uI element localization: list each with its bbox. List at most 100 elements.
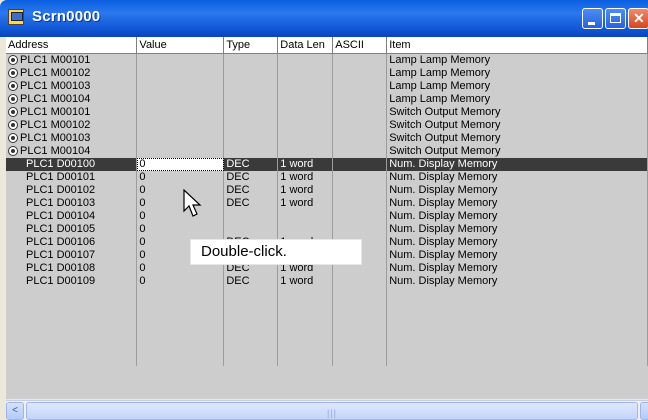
cell-type[interactable] — [223, 67, 279, 80]
cell-item[interactable]: Switch Output Memory — [386, 145, 648, 158]
close-button[interactable] — [628, 8, 648, 29]
cell-data-len[interactable] — [277, 53, 334, 67]
title-bar[interactable]: Scrn0000 — [0, 0, 648, 37]
column-header-address[interactable]: Address — [6, 37, 138, 54]
table-row[interactable]: PLC1 D00104 0 Num. Display Memory — [6, 210, 648, 223]
table-row[interactable]: PLC1 M00103 Lamp Lamp Memory — [6, 80, 648, 93]
table-row[interactable]: PLC1 M00103 Switch Output Memory — [6, 132, 648, 145]
cell-ascii[interactable] — [332, 171, 388, 184]
cell-address[interactable]: PLC1 M00103 — [6, 132, 138, 145]
cell-ascii[interactable] — [332, 106, 388, 119]
table-row[interactable]: PLC1 D00109 0 DEC 1 word Num. Display Memory — [6, 275, 648, 288]
table-row[interactable]: PLC1 M00104 Switch Output Memory — [6, 145, 648, 158]
cell-ascii[interactable] — [332, 275, 388, 288]
cell-item[interactable]: Num. Display Memory — [386, 262, 648, 275]
column-header-ascii[interactable]: ASCII — [332, 37, 388, 54]
column-header-data-len[interactable]: Data Len — [277, 37, 334, 54]
cell-item[interactable]: Num. Display Memory — [386, 171, 648, 184]
cell-ascii[interactable] — [332, 80, 388, 93]
cell-data-len[interactable] — [277, 119, 334, 132]
cell-item[interactable]: Num. Display Memory — [386, 210, 648, 223]
cell-ascii[interactable] — [332, 119, 388, 132]
cell-address[interactable]: PLC1 D00104 — [6, 210, 138, 223]
cell-item[interactable]: Num. Display Memory — [386, 158, 648, 171]
cell-data-len[interactable] — [277, 93, 334, 106]
cell-value[interactable]: 0 — [136, 223, 225, 236]
cell-item[interactable]: Num. Display Memory — [386, 236, 648, 249]
cell-value[interactable]: 0 — [136, 197, 225, 210]
minimize-button[interactable] — [582, 8, 603, 29]
cell-address[interactable]: PLC1 D00100 — [6, 158, 138, 171]
cell-type[interactable]: DEC — [223, 184, 279, 197]
column-header-item[interactable]: Item — [386, 37, 648, 54]
cell-ascii[interactable] — [332, 210, 388, 223]
cell-data-len[interactable] — [277, 80, 334, 93]
cell-type[interactable] — [223, 223, 279, 236]
cell-type[interactable] — [223, 53, 279, 67]
table-row[interactable]: PLC1 M00104 Lamp Lamp Memory — [6, 93, 648, 106]
cell-ascii[interactable] — [332, 53, 388, 67]
cell-value[interactable]: 0 — [136, 158, 225, 171]
cell-ascii[interactable] — [332, 145, 388, 158]
cell-value[interactable]: 0 — [136, 171, 225, 184]
table-row[interactable]: PLC1 D00101 0 DEC 1 word Num. Display Memory — [6, 171, 648, 184]
cell-value[interactable] — [136, 145, 225, 158]
cell-type[interactable] — [223, 145, 279, 158]
cell-data-len[interactable] — [277, 145, 334, 158]
cell-item[interactable]: Num. Display Memory — [386, 197, 648, 210]
cell-data-len[interactable] — [277, 223, 334, 236]
scroll-right-button[interactable] — [640, 402, 648, 420]
cell-value[interactable] — [136, 80, 225, 93]
cell-item[interactable]: Lamp Lamp Memory — [386, 53, 648, 67]
cell-value[interactable]: 0 — [136, 275, 225, 288]
scrollbar-thumb[interactable]: ||| — [26, 402, 638, 420]
table-row[interactable]: PLC1 M00101 Lamp Lamp Memory — [6, 53, 648, 67]
cell-ascii[interactable] — [332, 93, 388, 106]
cell-address[interactable]: PLC1 M00104 — [6, 145, 138, 158]
cell-value[interactable] — [136, 67, 225, 80]
cell-item[interactable]: Switch Output Memory — [386, 106, 648, 119]
cell-data-len[interactable]: 1 word — [277, 171, 334, 184]
cell-item[interactable]: Num. Display Memory — [386, 249, 648, 262]
cell-address[interactable]: PLC1 M00102 — [6, 119, 138, 132]
cell-ascii[interactable] — [332, 132, 388, 145]
cell-ascii[interactable] — [332, 223, 388, 236]
cell-value[interactable] — [136, 93, 225, 106]
cell-type[interactable]: DEC — [223, 197, 279, 210]
cell-address[interactable]: PLC1 M00101 — [6, 53, 138, 67]
cell-data-len[interactable] — [277, 106, 334, 119]
cell-data-len[interactable] — [277, 132, 334, 145]
cell-data-len[interactable]: 1 word — [277, 184, 334, 197]
cell-ascii[interactable] — [332, 197, 388, 210]
table-row[interactable]: PLC1 D00103 0 DEC 1 word Num. Display Memory — [6, 197, 648, 210]
cell-address[interactable]: PLC1 D00109 — [6, 275, 138, 288]
cell-type[interactable] — [223, 210, 279, 223]
table-row[interactable]: PLC1 M00102 Lamp Lamp Memory — [6, 67, 648, 80]
cell-address[interactable]: PLC1 M00102 — [6, 67, 138, 80]
cell-type[interactable]: DEC — [223, 158, 279, 171]
cell-value[interactable]: 0 — [136, 184, 225, 197]
cell-data-len[interactable]: 1 word — [277, 197, 334, 210]
cell-item[interactable]: Lamp Lamp Memory — [386, 80, 648, 93]
cell-item[interactable]: Num. Display Memory — [386, 223, 648, 236]
table-row[interactable]: PLC1 D00102 0 DEC 1 word Num. Display Memory — [6, 184, 648, 197]
cell-value[interactable]: 0 — [136, 210, 225, 223]
cell-type[interactable] — [223, 80, 279, 93]
cell-data-len[interactable]: 1 word — [277, 158, 334, 171]
scroll-left-button[interactable]: < — [6, 402, 24, 420]
cell-data-len[interactable] — [277, 210, 334, 223]
cell-value[interactable] — [136, 106, 225, 119]
cell-address[interactable]: PLC1 D00106 — [6, 236, 138, 249]
cell-item[interactable]: Switch Output Memory — [386, 132, 648, 145]
cell-ascii[interactable] — [332, 184, 388, 197]
cell-type[interactable]: DEC — [223, 275, 279, 288]
cell-address[interactable]: PLC1 D00107 — [6, 249, 138, 262]
cell-item[interactable]: Num. Display Memory — [386, 275, 648, 288]
cell-address[interactable]: PLC1 M00101 — [6, 106, 138, 119]
cell-ascii[interactable] — [332, 158, 388, 171]
cell-type[interactable] — [223, 132, 279, 145]
cell-value[interactable] — [136, 53, 225, 67]
cell-address[interactable]: PLC1 M00103 — [6, 80, 138, 93]
cell-value[interactable] — [136, 119, 225, 132]
table-row[interactable]: PLC1 M00101 Switch Output Memory — [6, 106, 648, 119]
